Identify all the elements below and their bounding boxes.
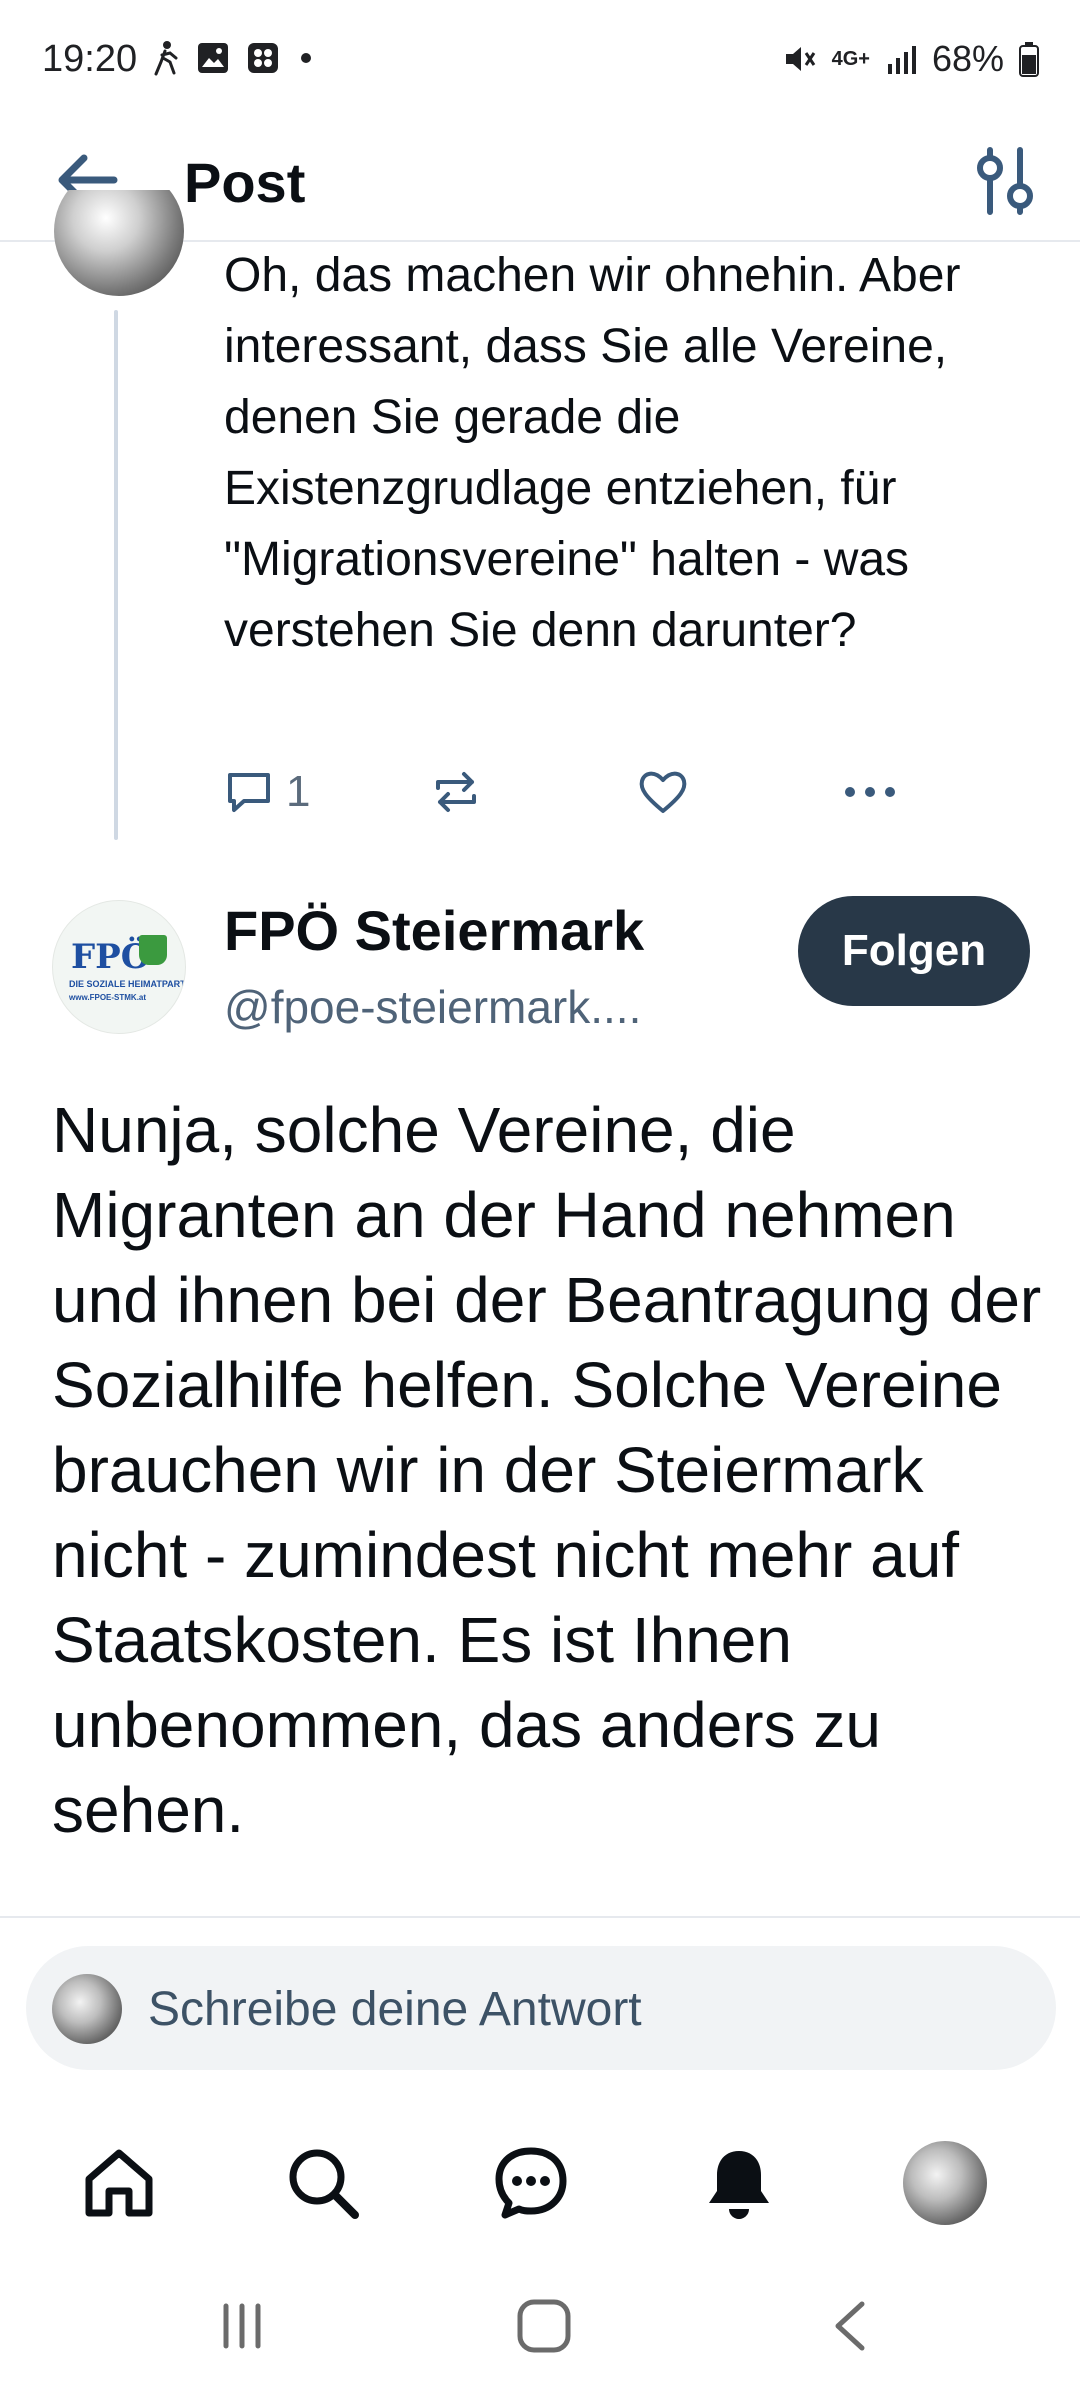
- back-system-icon[interactable]: [822, 2296, 882, 2356]
- system-navigation: [0, 2274, 1080, 2400]
- network-icon: 4G+: [831, 47, 870, 70]
- comment-icon: [228, 773, 270, 812]
- post-text: Nunja, solche Vereine, die Migranten an …: [52, 1094, 1042, 1846]
- home-icon: [85, 2149, 153, 2217]
- status-time: 19:20: [42, 38, 138, 80]
- reply-placeholder: Schreibe deine Antwort: [148, 1983, 642, 2036]
- parent-post-text: Oh, das machen wir ohnehin. Aber interes…: [224, 249, 961, 657]
- mute-icon: [785, 47, 815, 71]
- thread-connector-line: [114, 310, 118, 840]
- sliders-icon: [977, 147, 1033, 215]
- parent-author-avatar[interactable]: [54, 190, 184, 296]
- reply-button[interactable]: 1: [224, 760, 310, 824]
- reply-input[interactable]: Schreibe deine Antwort: [26, 1946, 1056, 2070]
- page-title: Post: [184, 151, 306, 214]
- status-left-icons: [150, 40, 316, 76]
- logo-shield: [139, 935, 167, 965]
- repost-icon: [436, 772, 476, 812]
- image-icon: [198, 43, 228, 73]
- battery-icon: [1019, 42, 1039, 77]
- more-icon: [845, 787, 895, 797]
- repost-button[interactable]: [430, 760, 482, 824]
- profile-avatar: [903, 2141, 987, 2225]
- nav-notifications[interactable]: [694, 2138, 784, 2228]
- nav-chat[interactable]: [486, 2138, 576, 2228]
- nav-search[interactable]: [278, 2138, 368, 2228]
- reply-bar: Schreibe deine Antwort: [0, 1916, 1080, 2096]
- bell-icon: [709, 2151, 769, 2219]
- walk-icon: [154, 41, 178, 76]
- status-bar: 19:20 4G+ 68%: [0, 0, 1080, 120]
- like-button[interactable]: [636, 760, 690, 824]
- chat-icon: [495, 2147, 567, 2219]
- thread-settings-button[interactable]: [970, 142, 1040, 218]
- author-avatar[interactable]: FPÖ DIE SOZIALE HEIMATPARTEI www.FPOE-ST…: [52, 900, 186, 1034]
- follow-button[interactable]: Folgen: [798, 896, 1030, 1006]
- status-right-icons: 4G+ 68%: [782, 38, 1040, 80]
- nav-profile[interactable]: [900, 2138, 990, 2228]
- reply-avatar: [52, 1974, 122, 2044]
- bottom-navigation: [0, 2094, 1080, 2274]
- logo-url: www.FPOE-STMK.at: [69, 993, 147, 1002]
- battery-text: 68%: [931, 38, 1004, 79]
- recent-apps-icon[interactable]: [214, 2298, 270, 2354]
- app-icon: [248, 43, 278, 73]
- author-handle[interactable]: @fpoe-steiermark....: [224, 980, 641, 1034]
- home-system-icon[interactable]: [514, 2296, 574, 2356]
- signal-icon: [887, 46, 916, 74]
- logo-subtitle: DIE SOZIALE HEIMATPARTEI: [69, 979, 186, 989]
- heart-icon: [639, 771, 687, 813]
- reply-count: 1: [286, 767, 311, 816]
- more-button[interactable]: [840, 760, 900, 824]
- author-name[interactable]: FPÖ Steiermark: [224, 898, 644, 963]
- dot-icon: [301, 53, 311, 63]
- nav-home[interactable]: [74, 2138, 164, 2228]
- parent-post-actions: 1: [224, 760, 944, 830]
- search-icon: [289, 2149, 359, 2219]
